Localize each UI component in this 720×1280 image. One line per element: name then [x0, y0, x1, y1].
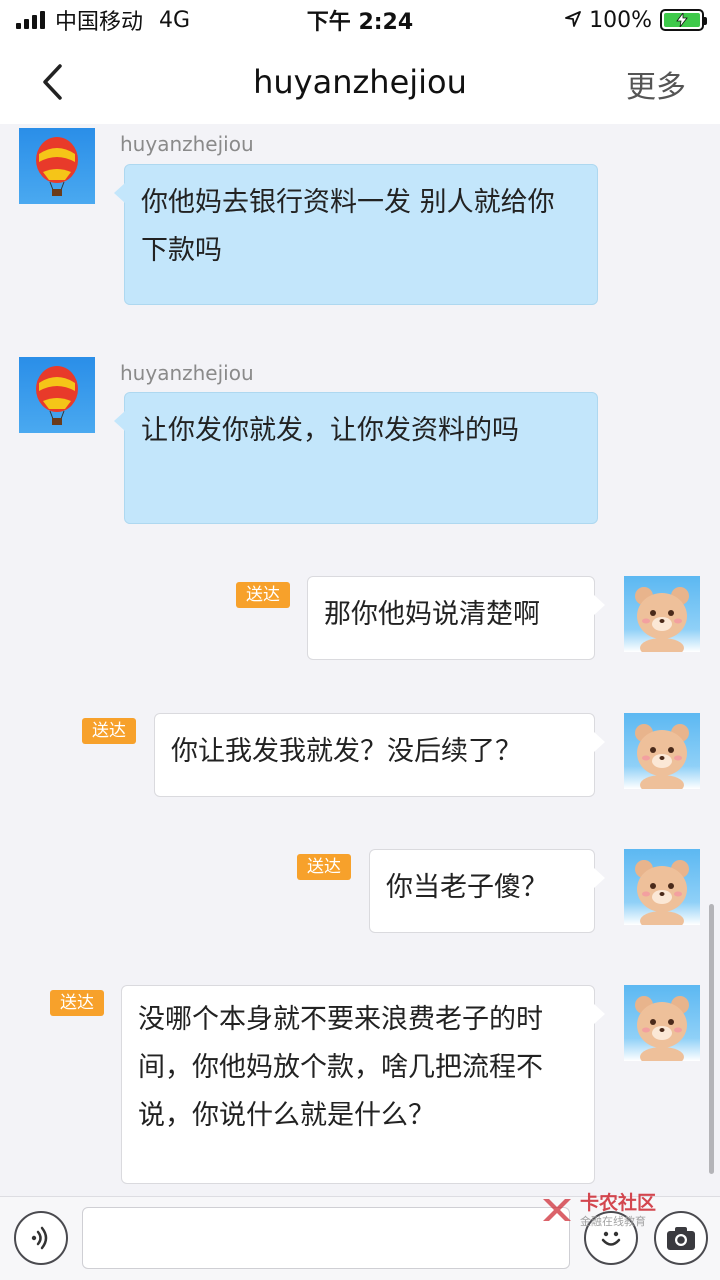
bear-avatar-icon — [635, 860, 689, 925]
kanong-logo-icon — [543, 1199, 571, 1221]
chevron-left-icon — [43, 64, 62, 100]
status-badge: 送达 — [82, 718, 136, 744]
signal-icon — [16, 11, 45, 29]
sender-name: huyanzhejiou — [120, 132, 254, 156]
hot-air-balloon-icon — [36, 366, 78, 425]
battery-percent: 100% — [589, 7, 652, 33]
bear-avatar-icon — [635, 724, 689, 789]
contact-avatar[interactable] — [19, 128, 95, 204]
watermark-subtitle: 金融在线教育 — [580, 1214, 646, 1228]
message-bubble-outgoing[interactable]: 你让我发我就发？没后续了？ — [154, 713, 605, 797]
carrier-label: 中国移动 — [55, 10, 144, 35]
hot-air-balloon-icon — [36, 137, 78, 196]
message-bubble-outgoing[interactable]: 没哪个本身就不要来浪费老子的时间，你他妈放个款，啥几把流程不说，你说什么就是什么… — [121, 985, 605, 1184]
message-bubble-outgoing[interactable]: 那你他妈说清楚啊 — [307, 576, 605, 660]
more-button[interactable]: 更多 — [626, 62, 686, 106]
voice-icon — [31, 1226, 48, 1250]
bear-avatar-icon — [635, 996, 689, 1061]
location-arrow-icon — [565, 8, 581, 33]
battery-charging-icon — [660, 9, 707, 31]
message-bubble-outgoing[interactable]: 你当老子傻？ — [369, 849, 605, 933]
navigation-bar: huyanzhejiou 更多 — [0, 40, 720, 124]
back-button[interactable] — [30, 58, 74, 106]
message-bubble-incoming[interactable]: 你他妈去银行资料一发 别人就给你下款吗 — [114, 164, 598, 305]
contact-avatar[interactable] — [19, 357, 95, 433]
watermark: 卡农社区 金融在线教育 — [540, 1190, 690, 1230]
message-input[interactable] — [82, 1207, 570, 1269]
status-badge: 送达 — [297, 854, 351, 880]
scrollbar[interactable] — [709, 904, 714, 1174]
chat-title: huyanzhejiou — [253, 63, 467, 101]
status-badge: 送达 — [50, 990, 104, 1016]
bear-avatar-icon — [635, 587, 689, 652]
user-avatar[interactable] — [624, 985, 700, 1061]
user-avatar[interactable] — [624, 576, 700, 652]
network-label: 4G — [159, 7, 191, 33]
message-bubble-incoming[interactable]: 让你发你就发，让你发资料的吗 — [114, 392, 598, 524]
user-avatar[interactable] — [624, 713, 700, 789]
sender-name: huyanzhejiou — [120, 361, 254, 385]
watermark-title: 卡农社区 — [580, 1191, 657, 1214]
user-avatar[interactable] — [624, 849, 700, 925]
status-bar: 中国移动 4G 下午 2:24 100% — [0, 0, 720, 40]
status-badge: 送达 — [236, 582, 290, 608]
message-list[interactable]: huyanzhejiou 你他妈去银行资料一发 别人就给你下款吗 huyanzh… — [0, 124, 720, 1196]
voice-button[interactable] — [14, 1211, 68, 1265]
